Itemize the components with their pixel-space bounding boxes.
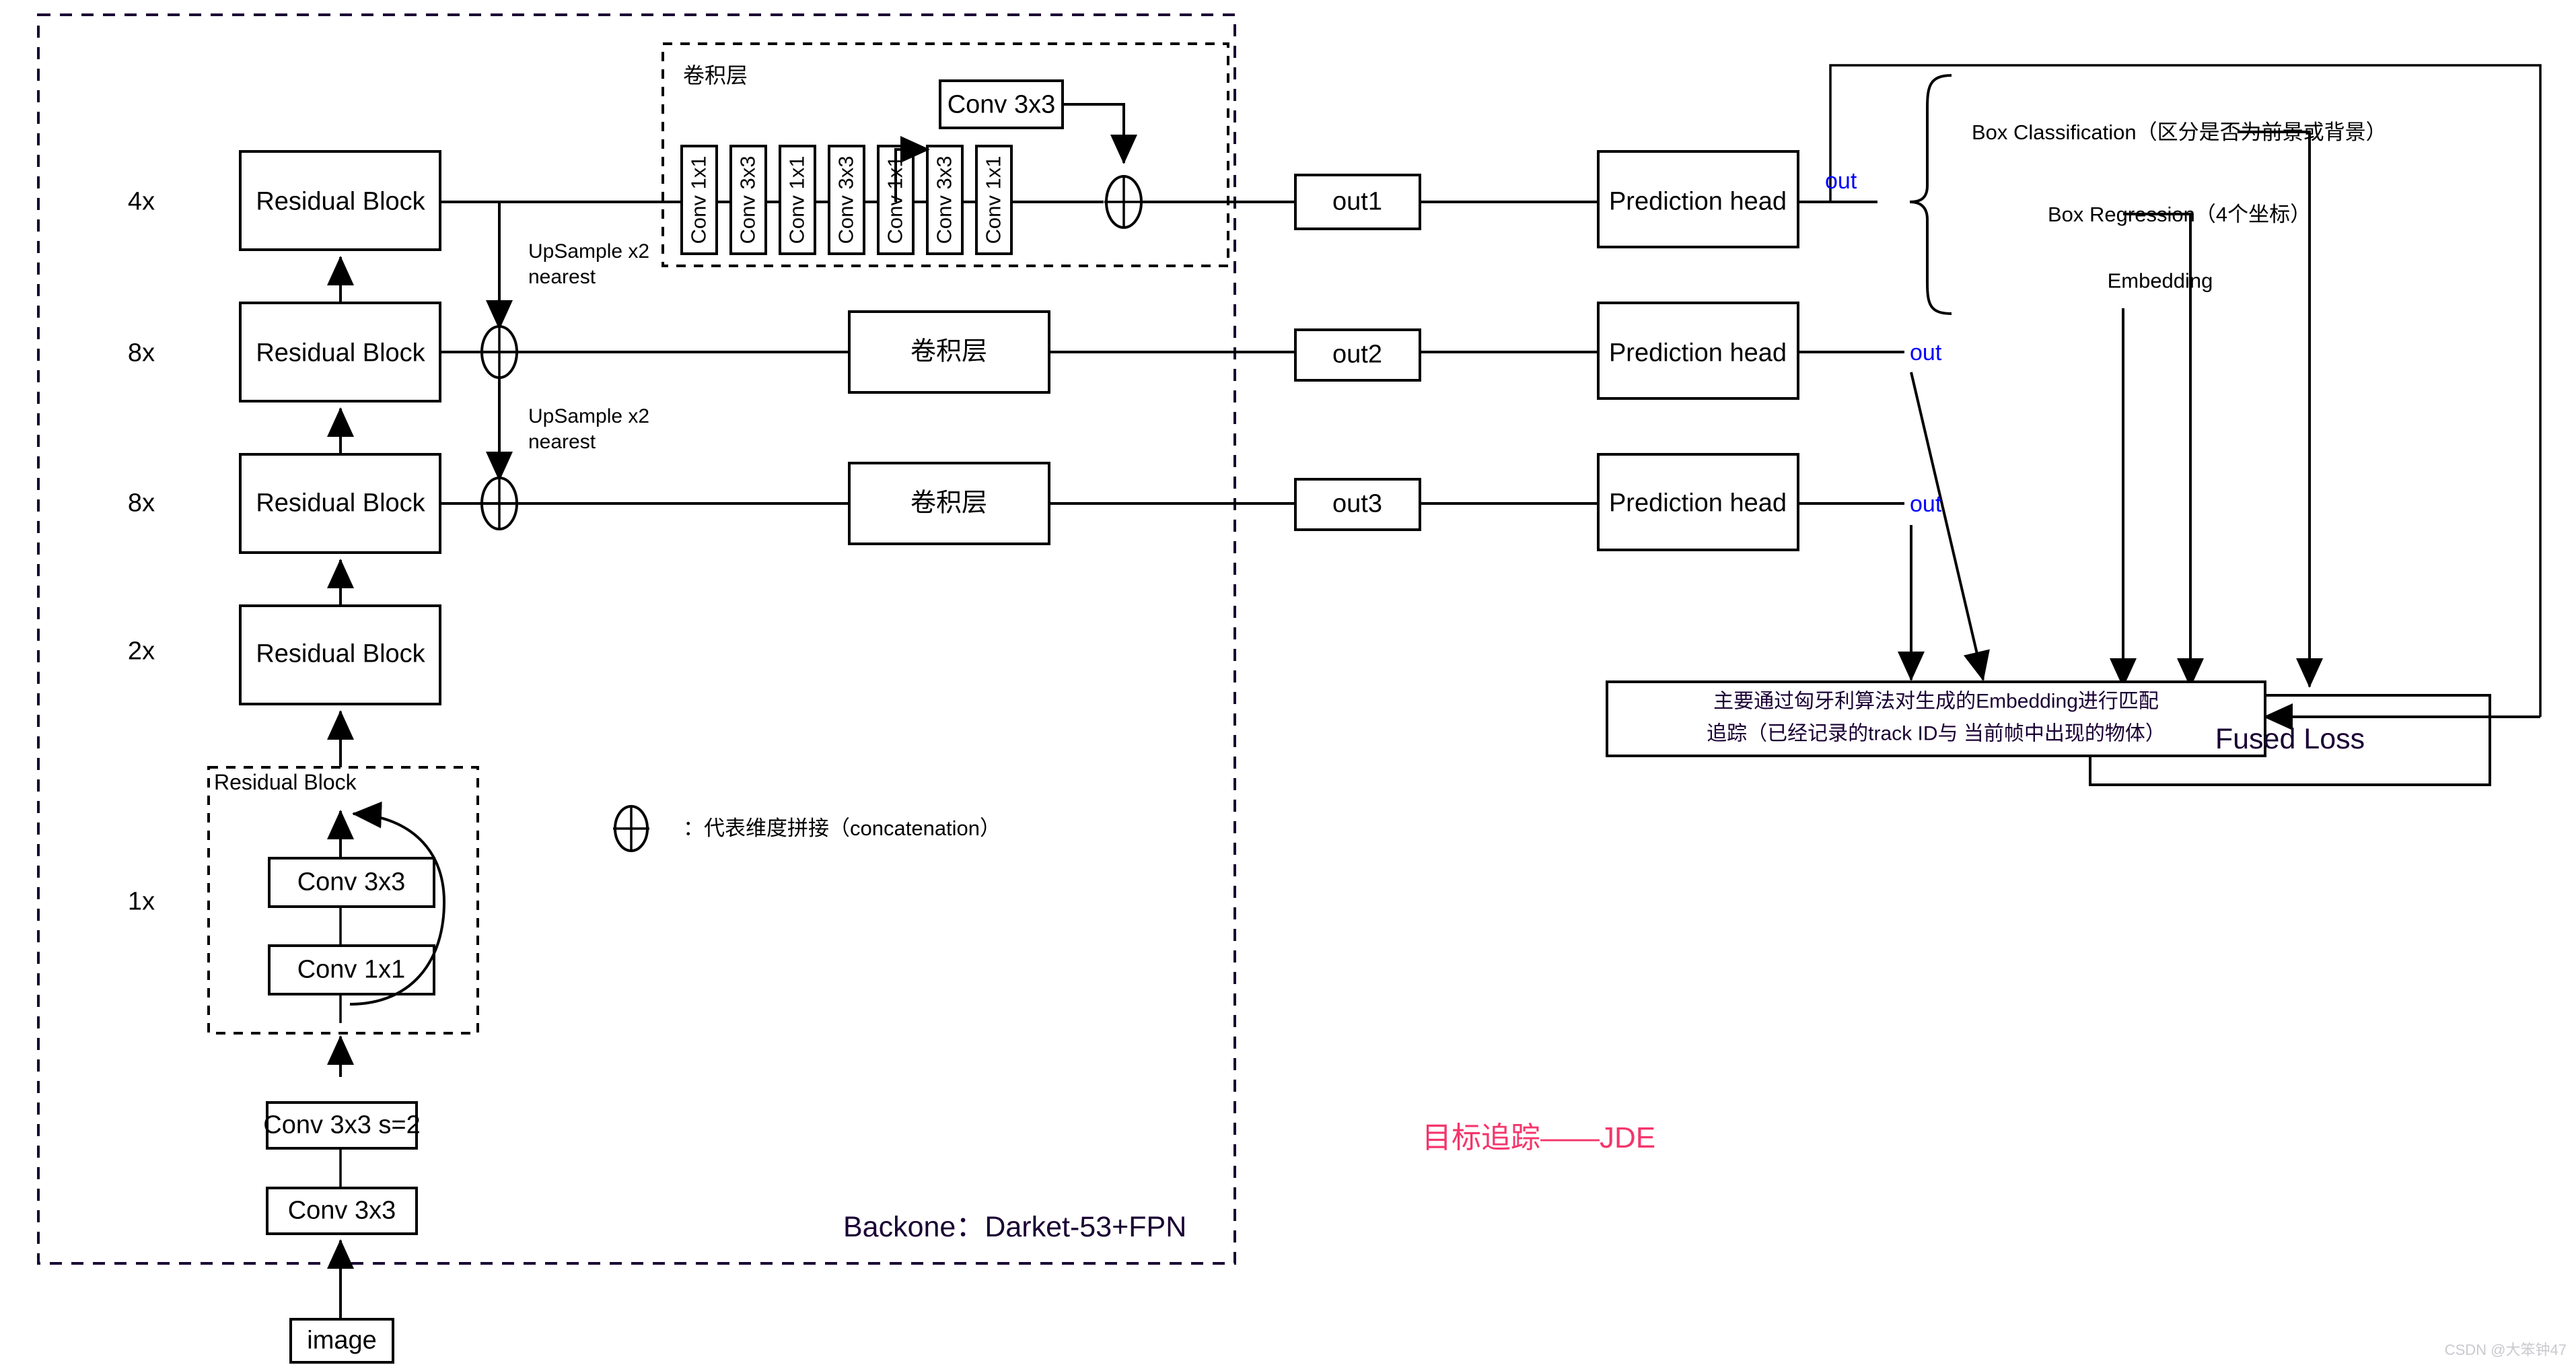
branch-return-line (1063, 103, 1137, 164)
diagram-canvas: 4x 8x 8x 2x 1x Residual Block Residual B… (0, 0, 2576, 1365)
output-brace (1909, 74, 1952, 315)
stem-conv-3x3-s2-label: Conv 3x3 s=2 (263, 1111, 421, 1140)
conv-stack-label-5: Conv 1x1 (883, 155, 907, 244)
branch-conv-3x3-label: Conv 3x3 (947, 90, 1056, 119)
conv-stack-label-4: Conv 3x3 (834, 155, 858, 244)
legend-text: ：代表维度拼接（concatenation） (683, 816, 1001, 840)
detail-conv-3x3-label: Conv 3x3 (297, 868, 406, 897)
conv-group-title: 卷积层 (683, 63, 748, 88)
tracking-text-line-1: 主要通过匈牙利算法对生成的Embedding进行匹配 (1713, 690, 2159, 713)
conv-stack-label-7: Conv 1x1 (981, 155, 1005, 244)
out-label-blue-2: out (1910, 340, 1942, 365)
out2-to-tracking-arrow (1910, 372, 1990, 681)
feedback-route-top (1829, 64, 2542, 717)
residual-block-label-3: Residual Block (256, 489, 425, 518)
out1-label: out1 (1332, 187, 1382, 216)
backbone-caption: Backone：Darket-53+FPN (843, 1211, 1187, 1243)
detail-conv-1x1-label: Conv 1x1 (297, 955, 406, 984)
scale-label-2x: 2x (127, 637, 155, 666)
out3-label: out3 (1332, 489, 1382, 518)
conv-stack-label-1: Conv 1x1 (686, 155, 711, 244)
fused-loss-label: Fused Loss (2215, 723, 2365, 756)
conv-stack-label-6: Conv 3x3 (932, 155, 956, 244)
scale-label-4x: 4x (127, 187, 155, 216)
residual-block-label-1: Residual Block (256, 187, 425, 216)
image-label: image (307, 1326, 377, 1355)
upsample-label-2: UpSample x2 nearest (528, 405, 650, 453)
diagram-title: 目标追踪——JDE (1422, 1121, 1656, 1154)
residual-block-label-2: Residual Block (256, 339, 425, 368)
residual-detail-title: Residual Block (214, 770, 357, 794)
fpn-conv-label-2: 卷积层 (910, 489, 988, 518)
scale-label-8x-2: 8x (127, 489, 155, 518)
watermark: CSDN @大笨钟47 (2444, 1341, 2567, 1358)
prediction-head-label-2: Prediction head (1608, 339, 1787, 368)
residual-block-label-4: Residual Block (256, 639, 425, 668)
out-label-blue-3: out (1910, 491, 1942, 517)
scale-label-8x-1: 8x (127, 339, 155, 368)
prediction-head-label-3: Prediction head (1608, 489, 1787, 518)
box-regression-label: Box Regression（4个坐标） (2048, 203, 2312, 226)
conv-stack-label-3: Conv 1x1 (785, 155, 809, 244)
box-classification-label: Box Classification（区分是否为前景或背景） (1972, 120, 2387, 144)
prediction-head-label-1: Prediction head (1608, 187, 1787, 216)
upsample-label-1: UpSample x2 nearest (528, 240, 650, 288)
conv-stack-label-2: Conv 3x3 (736, 155, 760, 244)
scale-label-1x: 1x (127, 887, 155, 916)
tracking-text-line-2: 追踪（已经记录的track ID与 当前帧中出现的物体） (1707, 722, 2166, 745)
out-label-blue-1: out (1825, 168, 1857, 194)
stem-conv-3x3-label: Conv 3x3 (287, 1196, 396, 1225)
fpn-conv-label-1: 卷积层 (910, 337, 988, 366)
embedding-label: Embedding (2107, 269, 2213, 293)
out2-label: out2 (1332, 340, 1382, 369)
